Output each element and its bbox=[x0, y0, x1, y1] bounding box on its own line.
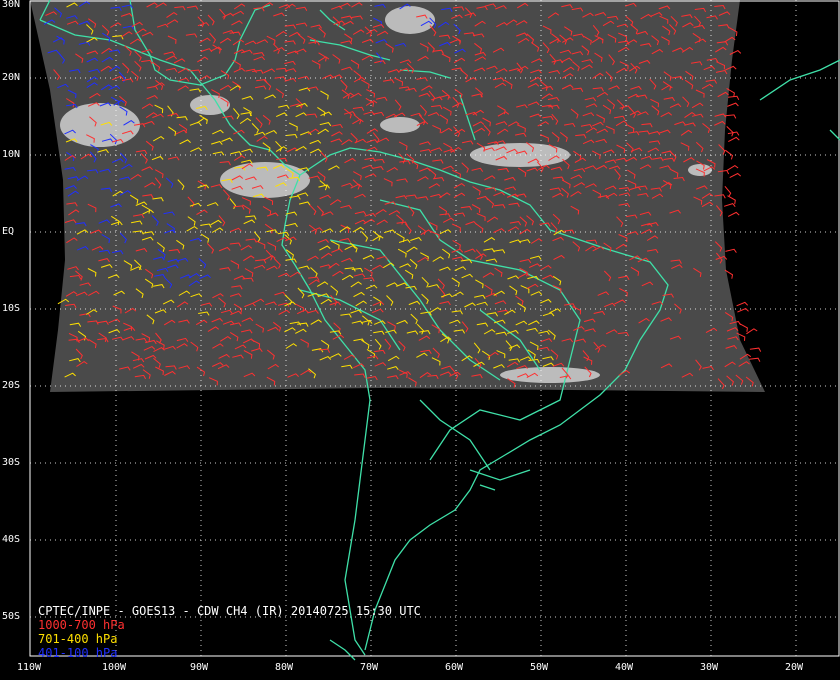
lon-label-110w: 110W bbox=[17, 662, 42, 673]
legend-high-level: 401-100 hPa bbox=[38, 646, 118, 660]
lon-label-70w: 70W bbox=[360, 662, 379, 673]
map-legend: CPTEC/INPE - GOES13 - CDW CH4 (IR) 20140… bbox=[38, 604, 421, 660]
satellite-map bbox=[0, 0, 840, 680]
lat-label-30s: 30S bbox=[2, 457, 21, 468]
lat-label-40s: 40S bbox=[2, 534, 21, 545]
lat-label-30n: 30N bbox=[2, 0, 21, 10]
lon-label-80w: 80W bbox=[275, 662, 294, 673]
lon-label-100w: 100W bbox=[102, 662, 127, 673]
legend-mid-level: 701-400 hPa bbox=[38, 632, 118, 646]
lat-label-20s: 20S bbox=[2, 380, 21, 391]
lat-label-20n: 20N bbox=[2, 72, 21, 83]
legend-low-level: 1000-700 hPa bbox=[38, 618, 125, 632]
lon-label-50w: 50W bbox=[530, 662, 549, 673]
lat-label-10s: 10S bbox=[2, 303, 21, 314]
lon-label-30w: 30W bbox=[700, 662, 719, 673]
lon-label-60w: 60W bbox=[445, 662, 464, 673]
lat-label-10n: 10N bbox=[2, 149, 21, 160]
lon-label-90w: 90W bbox=[190, 662, 209, 673]
lat-label-50s: 50S bbox=[2, 611, 21, 622]
map-title: CPTEC/INPE - GOES13 - CDW CH4 (IR) 20140… bbox=[38, 604, 421, 618]
lon-label-40w: 40W bbox=[615, 662, 634, 673]
lat-label-eq: EQ bbox=[2, 226, 15, 237]
lon-label-20w: 20W bbox=[785, 662, 804, 673]
